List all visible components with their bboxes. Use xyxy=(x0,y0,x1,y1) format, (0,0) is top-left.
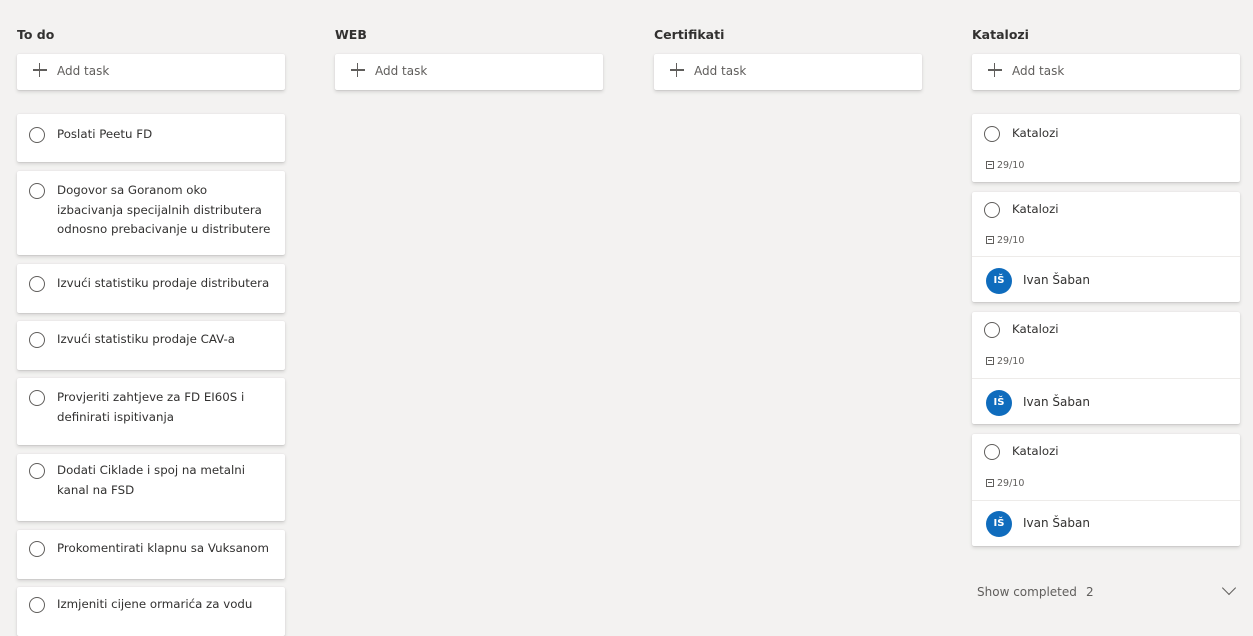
due-date: 29/10 xyxy=(986,478,1024,489)
task-card[interactable]: Izvući statistiku prodaje distributera xyxy=(17,264,285,313)
task-card[interactable]: Katalozi 29/10 IŠ Ivan Šaban xyxy=(972,192,1240,302)
task-card[interactable]: Poslati Peetu FD xyxy=(17,114,285,162)
complete-task-checkbox-icon[interactable] xyxy=(29,541,45,557)
card-divider xyxy=(972,256,1240,257)
bucket-title[interactable]: To do xyxy=(17,27,54,42)
plus-icon xyxy=(33,63,47,77)
task-title: Katalozi xyxy=(1012,444,1059,458)
show-completed-toggle[interactable]: Show completed 2 xyxy=(972,580,1242,605)
complete-task-checkbox-icon[interactable] xyxy=(984,322,1000,338)
due-date: 29/10 xyxy=(986,356,1024,367)
assignee-name: Ivan Šaban xyxy=(1023,395,1090,409)
due-date: 29/10 xyxy=(986,235,1024,246)
task-title: Katalozi xyxy=(1012,322,1059,336)
due-date-text: 29/10 xyxy=(997,478,1025,489)
task-title: Poslati Peetu FD xyxy=(57,127,153,141)
calendar-icon xyxy=(986,161,994,169)
avatar: IŠ xyxy=(986,390,1012,416)
complete-task-checkbox-icon[interactable] xyxy=(984,202,1000,218)
complete-task-checkbox-icon[interactable] xyxy=(29,390,45,406)
add-task-label: Add task xyxy=(694,64,747,78)
complete-task-checkbox-icon[interactable] xyxy=(29,332,45,348)
task-card[interactable]: Prokomentirati klapnu sa Vuksanom xyxy=(17,530,285,579)
card-divider xyxy=(972,378,1240,379)
task-card[interactable]: Provjeriti zahtjeve za FD EI60S i defini… xyxy=(17,378,285,445)
card-divider xyxy=(972,500,1240,501)
planner-board: To do Add task Poslati Peetu FD Dogovor … xyxy=(0,0,1253,636)
add-task-button[interactable]: Add task xyxy=(972,54,1240,90)
complete-task-checkbox-icon[interactable] xyxy=(29,463,45,479)
complete-task-checkbox-icon[interactable] xyxy=(984,444,1000,460)
bucket-to-do: To do Add task Poslati Peetu FD Dogovor … xyxy=(17,0,285,636)
avatar: IŠ xyxy=(986,511,1012,537)
task-title: Provjeriti zahtjeve za FD EI60S i defini… xyxy=(57,390,245,424)
show-completed-label: Show completed xyxy=(977,585,1077,599)
add-task-button[interactable]: Add task xyxy=(335,54,603,90)
complete-task-checkbox-icon[interactable] xyxy=(984,126,1000,142)
assignee-name: Ivan Šaban xyxy=(1023,273,1090,287)
calendar-icon xyxy=(986,479,994,487)
task-card[interactable]: Izvući statistiku prodaje CAV-a xyxy=(17,321,285,370)
completed-count: 2 xyxy=(1086,585,1094,599)
add-task-label: Add task xyxy=(1012,64,1065,78)
task-card[interactable]: Dogovor sa Goranom oko izbacivanja speci… xyxy=(17,171,285,255)
complete-task-checkbox-icon[interactable] xyxy=(29,276,45,292)
task-title: Izvući statistiku prodaje distributera xyxy=(57,276,270,290)
task-title: Dogovor sa Goranom oko izbacivanja speci… xyxy=(57,183,271,236)
add-task-label: Add task xyxy=(375,64,428,78)
calendar-icon xyxy=(986,236,994,244)
add-task-button[interactable]: Add task xyxy=(17,54,285,90)
bucket-title[interactable]: Certifikati xyxy=(654,27,724,42)
task-card[interactable]: Katalozi 29/10 IŠ Ivan Šaban xyxy=(972,434,1240,546)
task-title: Prokomentirati klapnu sa Vuksanom xyxy=(57,541,269,555)
complete-task-checkbox-icon[interactable] xyxy=(29,183,45,199)
calendar-icon xyxy=(986,357,994,365)
add-task-label: Add task xyxy=(57,64,110,78)
add-task-button[interactable]: Add task xyxy=(654,54,922,90)
plus-icon xyxy=(670,63,684,77)
assignee-name: Ivan Šaban xyxy=(1023,516,1090,530)
due-date: 29/10 xyxy=(986,160,1024,171)
task-card[interactable]: Dodati Ciklade i spoj na metalni kanal n… xyxy=(17,454,285,521)
task-title: Izvući statistiku prodaje CAV-a xyxy=(57,332,236,346)
due-date-text: 29/10 xyxy=(997,235,1025,246)
task-title: Dodati Ciklade i spoj na metalni kanal n… xyxy=(57,463,246,497)
task-title: Katalozi xyxy=(1012,126,1059,140)
plus-icon xyxy=(988,63,1002,77)
bucket-katalozi: Katalozi Add task Katalozi 29/10 Kataloz… xyxy=(972,0,1240,612)
bucket-title[interactable]: Katalozi xyxy=(972,27,1029,42)
avatar: IŠ xyxy=(986,268,1012,294)
task-title: Katalozi xyxy=(1012,202,1059,216)
task-card[interactable]: Katalozi 29/10 xyxy=(972,114,1240,182)
complete-task-checkbox-icon[interactable] xyxy=(29,597,45,613)
bucket-web: WEB Add task xyxy=(335,0,603,612)
task-card[interactable]: Katalozi 29/10 IŠ Ivan Šaban xyxy=(972,312,1240,424)
bucket-certifikati: Certifikati Add task xyxy=(654,0,922,612)
due-date-text: 29/10 xyxy=(997,356,1025,367)
plus-icon xyxy=(351,63,365,77)
due-date-text: 29/10 xyxy=(997,160,1025,171)
bucket-title[interactable]: WEB xyxy=(335,27,367,42)
complete-task-checkbox-icon[interactable] xyxy=(29,127,45,143)
